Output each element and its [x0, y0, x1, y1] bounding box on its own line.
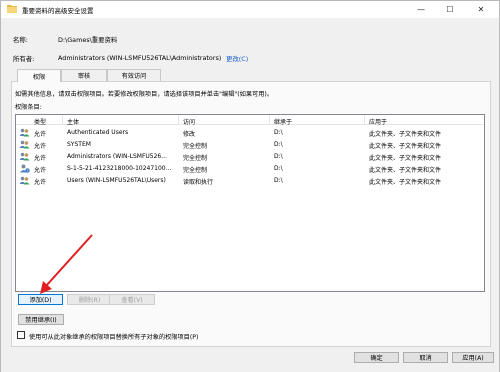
cell-applies-to: 此文件夹、子文件夹和文件: [369, 179, 442, 186]
tab-effective-access[interactable]: 有效访问: [107, 69, 161, 81]
cell-principal: SYSTEM: [67, 141, 91, 148]
owner-value: Administrators (WIN-LSMFU526TAL\Administ…: [58, 54, 222, 62]
cell-access: 完全控制: [183, 155, 208, 162]
permission-entries-label: 权限条目:: [15, 104, 42, 111]
unknown-user-icon: ?: [20, 164, 30, 173]
add-button[interactable]: 添加(D): [18, 294, 63, 305]
column-access[interactable]: 访问: [183, 117, 195, 126]
maximize-button[interactable]: ☐: [439, 1, 461, 18]
cell-inherited-from: D:\: [274, 153, 283, 160]
cell-access: 修改: [183, 131, 196, 138]
column-divider[interactable]: [364, 115, 365, 125]
replace-child-permissions-label[interactable]: 使用可从此对象继承的权限项目替换所有子对象的权限项目(P): [29, 332, 198, 341]
permission-entries-list[interactable]: 类型 主体 访问 继承于 应用于 允许 Authenticated Users …: [15, 114, 485, 292]
cell-inherited-from: D:\: [274, 177, 283, 184]
cell-principal: S-1-5-21-4123218000-10247100...: [67, 165, 172, 172]
close-button[interactable]: ✕: [470, 1, 492, 18]
column-principal[interactable]: 主体: [67, 117, 79, 126]
group-icon: [19, 152, 30, 161]
cell-applies-to: 此文件夹、子文件夹和文件: [369, 167, 442, 174]
owner-label: 所有者:: [13, 55, 35, 63]
table-row[interactable]: ? 允许 S-1-5-21-4123218000-10247100... 完全控…: [16, 164, 484, 174]
tab-auditing[interactable]: 审核: [61, 69, 107, 81]
cell-applies-to: 此文件夹、子文件夹和文件: [369, 155, 442, 162]
tab-permissions[interactable]: 权限: [17, 69, 61, 82]
apply-button[interactable]: 应用(A): [452, 352, 494, 363]
folder-icon: [7, 5, 17, 13]
column-divider[interactable]: [62, 115, 63, 125]
permissions-note: 如需其他信息，请双击权限项目。若要修改权限项目，请选择该项目并单击"编辑"(如果…: [15, 91, 274, 98]
column-divider[interactable]: [269, 115, 270, 125]
cell-access: 读取和执行: [183, 179, 214, 186]
column-type[interactable]: 类型: [34, 117, 46, 126]
cell-inherited-from: D:\: [274, 129, 283, 136]
list-header: 类型 主体 访问 继承于 应用于: [16, 115, 484, 126]
name-value: D:\Games\重要资料: [58, 36, 118, 44]
replace-child-permissions-checkbox[interactable]: [17, 331, 25, 339]
svg-text:?: ?: [27, 169, 29, 173]
column-divider[interactable]: [178, 115, 179, 125]
ok-button[interactable]: 确定: [354, 352, 399, 363]
cell-principal: Users (WIN-LSMFU526TAL\Users): [67, 177, 166, 184]
cell-access: 完全控制: [183, 143, 208, 150]
group-icon: [19, 128, 30, 137]
disable-inheritance-button[interactable]: 禁用继承(I): [18, 314, 64, 325]
advanced-security-window: 重要资料的高级安全设置 — ☐ ✕ 名称: D:\Games\重要资料 所有者:…: [0, 0, 500, 372]
change-owner-link[interactable]: 更改(C): [226, 54, 248, 63]
table-row[interactable]: 允许 SYSTEM 完全控制 D:\ 此文件夹、子文件夹和文件: [16, 140, 484, 150]
cell-type: 允许: [34, 155, 47, 162]
table-row[interactable]: 允许 Administrators (WIN-LSMFU526... 完全控制 …: [16, 152, 484, 162]
title-bar[interactable]: 重要资料的高级安全设置 — ☐ ✕: [1, 1, 499, 18]
column-applies-to[interactable]: 应用于: [369, 117, 387, 126]
cell-type: 允许: [34, 179, 47, 186]
group-icon: [19, 140, 30, 149]
group-icon: [19, 176, 30, 185]
name-label: 名称:: [13, 36, 28, 44]
cell-inherited-from: D:\: [274, 141, 283, 148]
cell-principal: Authenticated Users: [67, 129, 129, 136]
minimize-button[interactable]: —: [410, 1, 432, 18]
remove-button[interactable]: 删除(R): [67, 294, 112, 305]
cell-type: 允许: [34, 167, 47, 174]
cell-type: 允许: [34, 143, 47, 150]
cancel-button[interactable]: 取消: [403, 352, 448, 363]
cell-principal: Administrators (WIN-LSMFU526...: [67, 153, 167, 160]
view-button[interactable]: 查看(V): [109, 294, 155, 305]
cell-type: 允许: [34, 131, 47, 138]
cell-applies-to: 此文件夹、子文件夹和文件: [369, 143, 442, 150]
column-inherited-from[interactable]: 继承于: [274, 117, 292, 126]
table-row[interactable]: 允许 Users (WIN-LSMFU526TAL\Users) 读取和执行 D…: [16, 176, 484, 186]
cell-inherited-from: D:\: [274, 165, 283, 172]
table-row[interactable]: 允许 Authenticated Users 修改 D:\ 此文件夹、子文件夹和…: [16, 128, 484, 138]
cell-access: 完全控制: [183, 167, 208, 174]
cell-applies-to: 此文件夹、子文件夹和文件: [369, 131, 442, 138]
window-title: 重要资料的高级安全设置: [22, 7, 94, 15]
